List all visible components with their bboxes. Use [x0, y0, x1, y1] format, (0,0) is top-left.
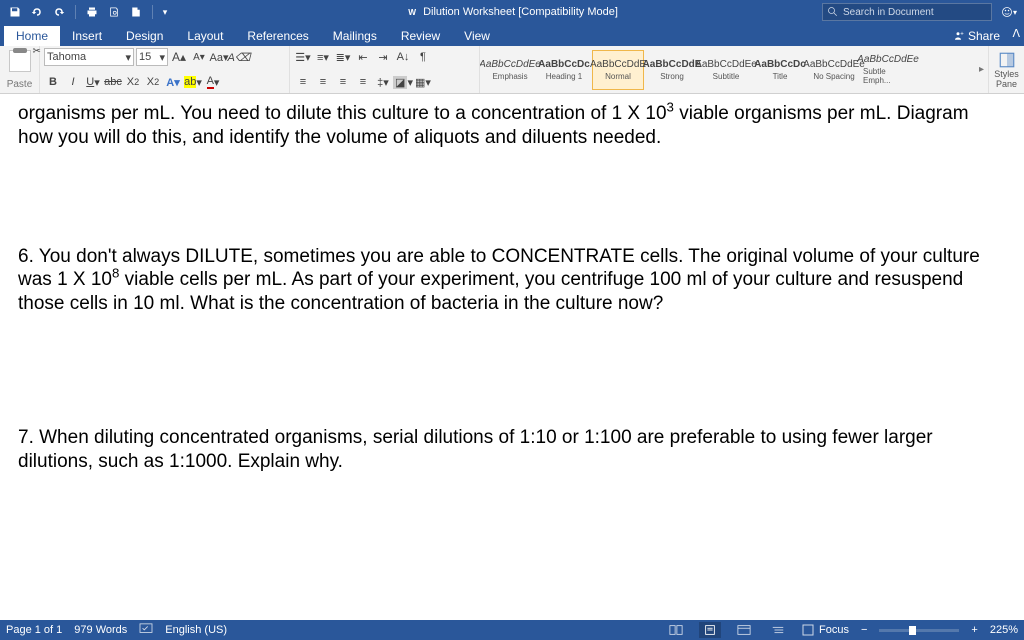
style-title[interactable]: AaBbCcDcTitle: [754, 50, 806, 90]
font-name-select[interactable]: Tahoma▾: [44, 48, 134, 66]
styles-gallery: AaBbCcDdEeEmphasisAaBbCcDcHeading 1AaBbC…: [480, 46, 975, 93]
line-spacing-icon[interactable]: ‡▾: [374, 73, 392, 91]
paragraph: 7. When diluting concentrated organisms,…: [18, 426, 1006, 474]
smiley-icon[interactable]: ▾: [1000, 3, 1018, 21]
tab-review[interactable]: Review: [389, 26, 452, 46]
redo-icon[interactable]: [50, 3, 68, 21]
paste-label[interactable]: Paste: [7, 79, 33, 91]
shading-icon[interactable]: ◪▾: [394, 73, 412, 91]
view-print-icon[interactable]: [699, 622, 721, 638]
share-button[interactable]: + Share: [942, 26, 1018, 46]
svg-text:W: W: [408, 8, 416, 17]
zoom-level[interactable]: 225%: [990, 624, 1018, 636]
search-input[interactable]: Search in Document: [822, 3, 992, 21]
font-group: Tahoma▾ 15▾ A▴ A▾ Aa▾ A⌫ B I U▾ abc X2 X…: [40, 46, 290, 93]
numbering-icon[interactable]: ≡▾: [314, 48, 332, 66]
bold-button[interactable]: B: [44, 73, 62, 91]
word-icon: W: [406, 6, 418, 18]
collapse-ribbon-icon[interactable]: ᐱ: [1012, 27, 1020, 40]
search-icon: [827, 6, 839, 18]
strikethrough-button[interactable]: abc: [104, 73, 122, 91]
clipboard-group: ✂ Paste: [0, 46, 40, 93]
styles-pane-icon: [998, 51, 1016, 69]
style-strong[interactable]: AaBbCcDdEStrong: [646, 50, 698, 90]
view-web-icon[interactable]: [733, 622, 755, 638]
title-bar: ▾ W Dilution Worksheet [Compatibility Mo…: [0, 0, 1024, 24]
qat-dropdown-icon[interactable]: ▾: [160, 3, 170, 21]
svg-text:+: +: [960, 31, 964, 37]
align-center-icon[interactable]: ≡: [314, 73, 332, 91]
style-normal[interactable]: AaBbCcDdENormal: [592, 50, 644, 90]
undo-icon[interactable]: [28, 3, 46, 21]
tab-references[interactable]: References: [235, 26, 320, 46]
bullets-icon[interactable]: ☰▾: [294, 48, 312, 66]
zoom-in-button[interactable]: +: [971, 624, 977, 636]
style-subtle-emph-[interactable]: AaBbCcDdEeSubtle Emph...: [862, 50, 914, 90]
font-size-select[interactable]: 15▾: [136, 48, 168, 66]
style-heading-1[interactable]: AaBbCcDcHeading 1: [538, 50, 590, 90]
tab-view[interactable]: View: [452, 26, 502, 46]
paragraph-group: ☰▾ ≡▾ ≣▾ ⇤ ⇥ A↓ ¶ ≡ ≡ ≡ ≡ ‡▾ ◪▾ ▦▾: [290, 46, 480, 93]
tab-design[interactable]: Design: [114, 26, 175, 46]
spellcheck-icon[interactable]: [139, 623, 153, 638]
multilevel-icon[interactable]: ≣▾: [334, 48, 352, 66]
italic-button[interactable]: I: [64, 73, 82, 91]
align-right-icon[interactable]: ≡: [334, 73, 352, 91]
word-count[interactable]: 979 Words: [74, 624, 127, 636]
styles-pane-button[interactable]: Styles Pane: [988, 46, 1024, 93]
quick-access-toolbar: ▾: [0, 3, 176, 21]
shrink-font-icon[interactable]: A▾: [190, 48, 208, 66]
sort-icon[interactable]: A↓: [394, 48, 412, 66]
status-bar: Page 1 of 1 979 Words English (US) Focus…: [0, 620, 1024, 640]
show-marks-icon[interactable]: ¶: [414, 48, 432, 66]
tab-layout[interactable]: Layout: [175, 26, 235, 46]
new-doc-icon[interactable]: [127, 3, 145, 21]
print-icon[interactable]: [83, 3, 101, 21]
font-color-icon[interactable]: A▾: [204, 73, 222, 91]
paragraph: organisms per mL. You need to dilute thi…: [18, 102, 1006, 150]
page-indicator[interactable]: Page 1 of 1: [6, 624, 62, 636]
borders-icon[interactable]: ▦▾: [414, 73, 432, 91]
document-area[interactable]: organisms per mL. You need to dilute thi…: [0, 94, 1024, 620]
paragraph: 6. You don't always DILUTE, sometimes yo…: [18, 245, 1006, 316]
zoom-out-button[interactable]: −: [861, 624, 867, 636]
decrease-indent-icon[interactable]: ⇤: [354, 48, 372, 66]
style-no-spacing[interactable]: AaBbCcDdEeNo Spacing: [808, 50, 860, 90]
align-left-icon[interactable]: ≡: [294, 73, 312, 91]
tab-mailings[interactable]: Mailings: [321, 26, 389, 46]
styles-more-icon[interactable]: ▸: [975, 64, 988, 75]
text-effects-icon[interactable]: A▾: [164, 73, 182, 91]
tab-insert[interactable]: Insert: [60, 26, 114, 46]
share-icon: +: [952, 30, 964, 42]
increase-indent-icon[interactable]: ⇥: [374, 48, 392, 66]
superscript-button[interactable]: X2: [144, 73, 162, 91]
print-preview-icon[interactable]: [105, 3, 123, 21]
cut-icon[interactable]: ✂: [33, 46, 41, 57]
style-subtitle[interactable]: AaBbCcDdEeSubtitle: [700, 50, 752, 90]
view-outline-icon[interactable]: [767, 622, 789, 638]
save-icon[interactable]: [6, 3, 24, 21]
paste-icon[interactable]: [9, 50, 31, 72]
clear-format-icon[interactable]: A⌫: [230, 48, 248, 66]
subscript-button[interactable]: X2: [124, 73, 142, 91]
ribbon-tabs: HomeInsertDesignLayoutReferencesMailings…: [0, 24, 1024, 46]
style-emphasis[interactable]: AaBbCcDdEeEmphasis: [484, 50, 536, 90]
justify-icon[interactable]: ≡: [354, 73, 372, 91]
highlight-icon[interactable]: ab▾: [184, 73, 202, 91]
tab-home[interactable]: Home: [4, 26, 60, 46]
view-focus-button[interactable]: Focus: [801, 622, 849, 638]
underline-button[interactable]: U▾: [84, 73, 102, 91]
change-case-icon[interactable]: Aa▾: [210, 48, 228, 66]
view-read-icon[interactable]: [665, 622, 687, 638]
grow-font-icon[interactable]: A▴: [170, 48, 188, 66]
zoom-slider[interactable]: [879, 629, 959, 632]
ribbon: ✂ Paste Tahoma▾ 15▾ A▴ A▾ Aa▾ A⌫ B I U▾ …: [0, 46, 1024, 94]
language-indicator[interactable]: English (US): [165, 624, 227, 636]
